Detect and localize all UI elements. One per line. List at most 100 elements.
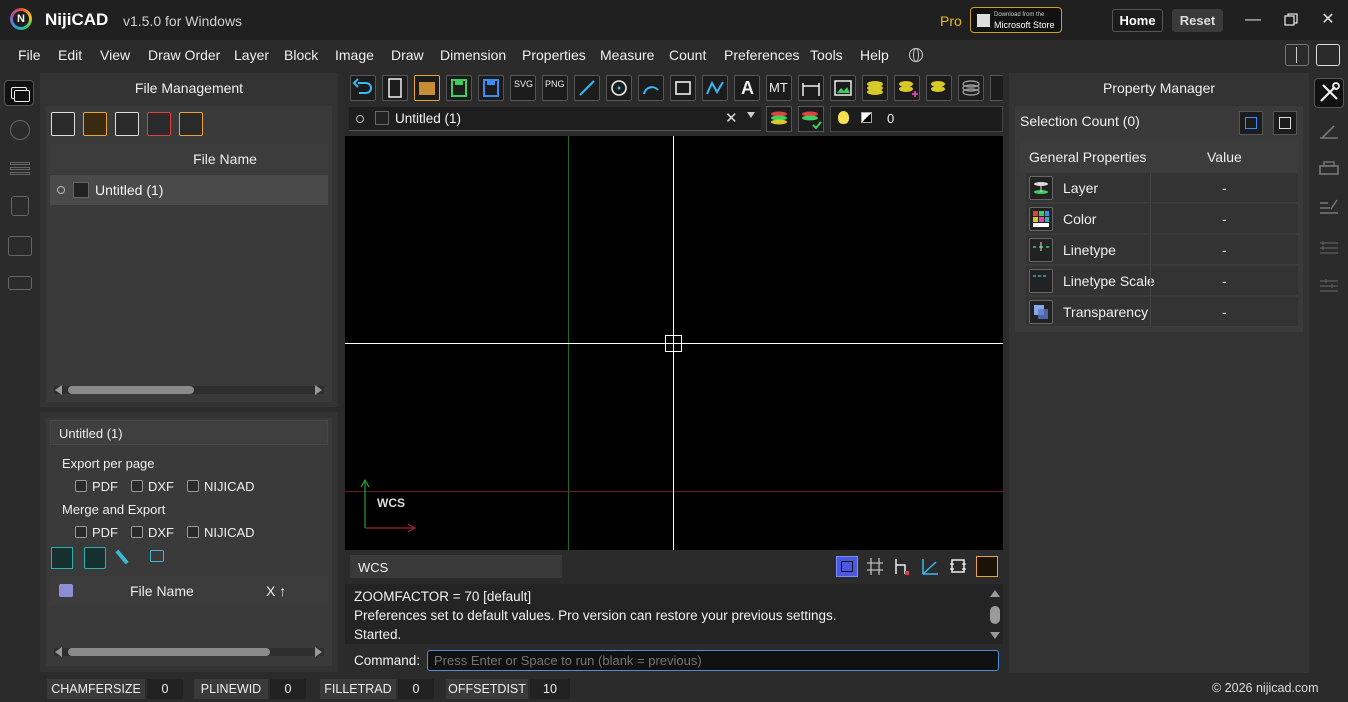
pdf-per-page-checkbox[interactable] xyxy=(75,480,87,492)
snap-toggle-icon[interactable] xyxy=(948,556,968,577)
layers-tab-icon[interactable] xyxy=(10,160,30,176)
sysvar-value[interactable]: 0 xyxy=(398,679,434,699)
export-scroll-left-icon[interactable] xyxy=(55,647,62,657)
mtext-tool-icon[interactable]: MT xyxy=(766,75,792,101)
menu-count[interactable]: Count xyxy=(669,47,706,63)
menu-file[interactable]: File xyxy=(18,47,41,63)
sysvar-value[interactable]: 10 xyxy=(530,679,570,699)
scroll-right-icon[interactable] xyxy=(315,385,322,395)
menu-help[interactable]: Help xyxy=(860,47,889,63)
export-scroll-thumb[interactable] xyxy=(68,648,270,656)
menu-draw-order[interactable]: Draw Order xyxy=(148,47,220,63)
doc-radio-icon[interactable] xyxy=(356,115,364,123)
grid-toggle-icon[interactable] xyxy=(865,556,885,577)
line-tool-icon[interactable] xyxy=(574,75,600,101)
menu-draw[interactable]: Draw xyxy=(391,47,424,63)
toolbar-overflow-icon[interactable] xyxy=(990,75,1003,101)
rectangle-tool-icon[interactable] xyxy=(670,75,696,101)
settings-tab-icon[interactable] xyxy=(10,120,30,140)
menu-block[interactable]: Block xyxy=(284,47,318,63)
history-scroll-up-icon[interactable] xyxy=(990,590,1000,597)
dxf-merge-checkbox[interactable] xyxy=(131,526,143,538)
line-weight-toggle-icon[interactable] xyxy=(976,556,998,577)
current-layer-selector[interactable]: 0 xyxy=(830,106,1003,132)
select-objects-icon[interactable] xyxy=(1239,111,1263,135)
text-tool-icon[interactable]: A xyxy=(734,75,760,101)
quick-select-icon[interactable] xyxy=(1273,111,1297,135)
export-x-column[interactable]: X ↑ xyxy=(266,583,286,599)
undo-icon[interactable] xyxy=(350,75,376,101)
layer-stack-icon[interactable] xyxy=(958,75,984,101)
layer-one-icon[interactable] xyxy=(926,75,952,101)
dxf-per-page-checkbox[interactable] xyxy=(131,480,143,492)
insert-image-icon[interactable] xyxy=(830,75,856,101)
property-row-linetype[interactable]: Linetype - xyxy=(1026,235,1298,265)
property-row-linetype-scale[interactable]: Linetype Scale - xyxy=(1026,266,1298,296)
build-icon[interactable] xyxy=(115,547,137,569)
refresh-icon[interactable] xyxy=(84,547,106,569)
command-list-tab-icon[interactable] xyxy=(1318,234,1340,256)
export-png-icon[interactable]: PNG xyxy=(542,75,568,101)
scroll-thumb[interactable] xyxy=(68,386,194,394)
save-icon[interactable] xyxy=(446,75,472,101)
config-tab-icon[interactable] xyxy=(1318,272,1340,294)
menu-dimension[interactable]: Dimension xyxy=(440,47,506,63)
minimize-icon[interactable]: — xyxy=(1241,9,1265,31)
export-scroll-right-icon[interactable] xyxy=(315,647,322,657)
zoom-extents-icon[interactable] xyxy=(836,556,858,577)
add-layer-icon[interactable] xyxy=(894,75,920,101)
file-row[interactable]: Untitled (1) xyxy=(50,175,328,205)
menu-edit[interactable]: Edit xyxy=(58,47,82,63)
sysvar-value[interactable]: 0 xyxy=(270,679,306,699)
export-svg-icon[interactable]: SVG xyxy=(510,75,536,101)
menu-preferences[interactable]: Preferences xyxy=(724,47,799,63)
layer-on-bulb-icon[interactable] xyxy=(838,111,849,124)
property-row-color[interactable]: Color - xyxy=(1026,204,1298,234)
print-tab-icon[interactable] xyxy=(1318,160,1340,178)
menu-properties[interactable]: Properties xyxy=(522,47,586,63)
nijicad-per-page-checkbox[interactable] xyxy=(187,480,199,492)
doc-close-icon[interactable]: ✕ xyxy=(725,109,738,127)
pro-label[interactable]: Pro xyxy=(940,13,962,29)
edit-tab-icon[interactable] xyxy=(1318,196,1340,216)
drawing-canvas[interactable]: WCS xyxy=(345,136,1003,550)
sample-tab-icon[interactable] xyxy=(8,276,32,290)
ortho-toggle-icon[interactable] xyxy=(892,556,912,577)
file-folder-icon[interactable] xyxy=(179,112,203,136)
menu-tools[interactable]: Tools xyxy=(810,47,843,63)
measure-tab-icon[interactable] xyxy=(1318,122,1340,140)
single-layout-icon[interactable] xyxy=(1316,44,1340,66)
menu-layer[interactable]: Layer xyxy=(234,47,269,63)
close-file-icon[interactable] xyxy=(115,112,139,136)
document-tab[interactable]: Untitled (1) ✕ xyxy=(349,107,761,131)
coordinate-system-field[interactable]: WCS xyxy=(350,555,562,578)
close-icon[interactable]: ✕ xyxy=(1316,9,1340,31)
restore-icon[interactable] xyxy=(1279,9,1303,31)
history-scroll-thumb[interactable] xyxy=(990,606,1000,624)
sysvar-value[interactable]: 0 xyxy=(147,679,183,699)
menu-image[interactable]: Image xyxy=(335,47,374,63)
open-file-icon[interactable] xyxy=(83,112,107,136)
save-as-icon[interactable] xyxy=(478,75,504,101)
menu-measure[interactable]: Measure xyxy=(600,47,654,63)
layer-match-icon[interactable] xyxy=(798,106,824,132)
circle-tool-icon[interactable] xyxy=(606,75,632,101)
property-row-layer[interactable]: Layer - xyxy=(1026,173,1298,203)
arc-tool-icon[interactable] xyxy=(638,75,664,101)
layers-icon[interactable] xyxy=(862,75,888,101)
pdf-merge-checkbox[interactable] xyxy=(75,526,87,538)
nijicad-merge-checkbox[interactable] xyxy=(187,526,199,538)
layer-color-swatch-icon[interactable] xyxy=(861,112,872,123)
scroll-left-icon[interactable] xyxy=(55,385,62,395)
history-scroll-down-icon[interactable] xyxy=(990,632,1000,639)
image-tab-icon[interactable] xyxy=(8,236,32,256)
polyline-tool-icon[interactable] xyxy=(702,75,728,101)
blocks-tab-icon[interactable] xyxy=(11,196,29,216)
command-input[interactable] xyxy=(427,650,999,671)
microsoft-store-badge[interactable]: Download from the Microsoft Store xyxy=(970,7,1062,33)
radio-icon[interactable] xyxy=(57,186,65,194)
split-layout-icon[interactable] xyxy=(1285,44,1309,66)
home-button[interactable]: Home xyxy=(1112,9,1163,32)
wait-icon[interactable] xyxy=(148,547,168,569)
delete-file-icon[interactable] xyxy=(147,112,171,136)
